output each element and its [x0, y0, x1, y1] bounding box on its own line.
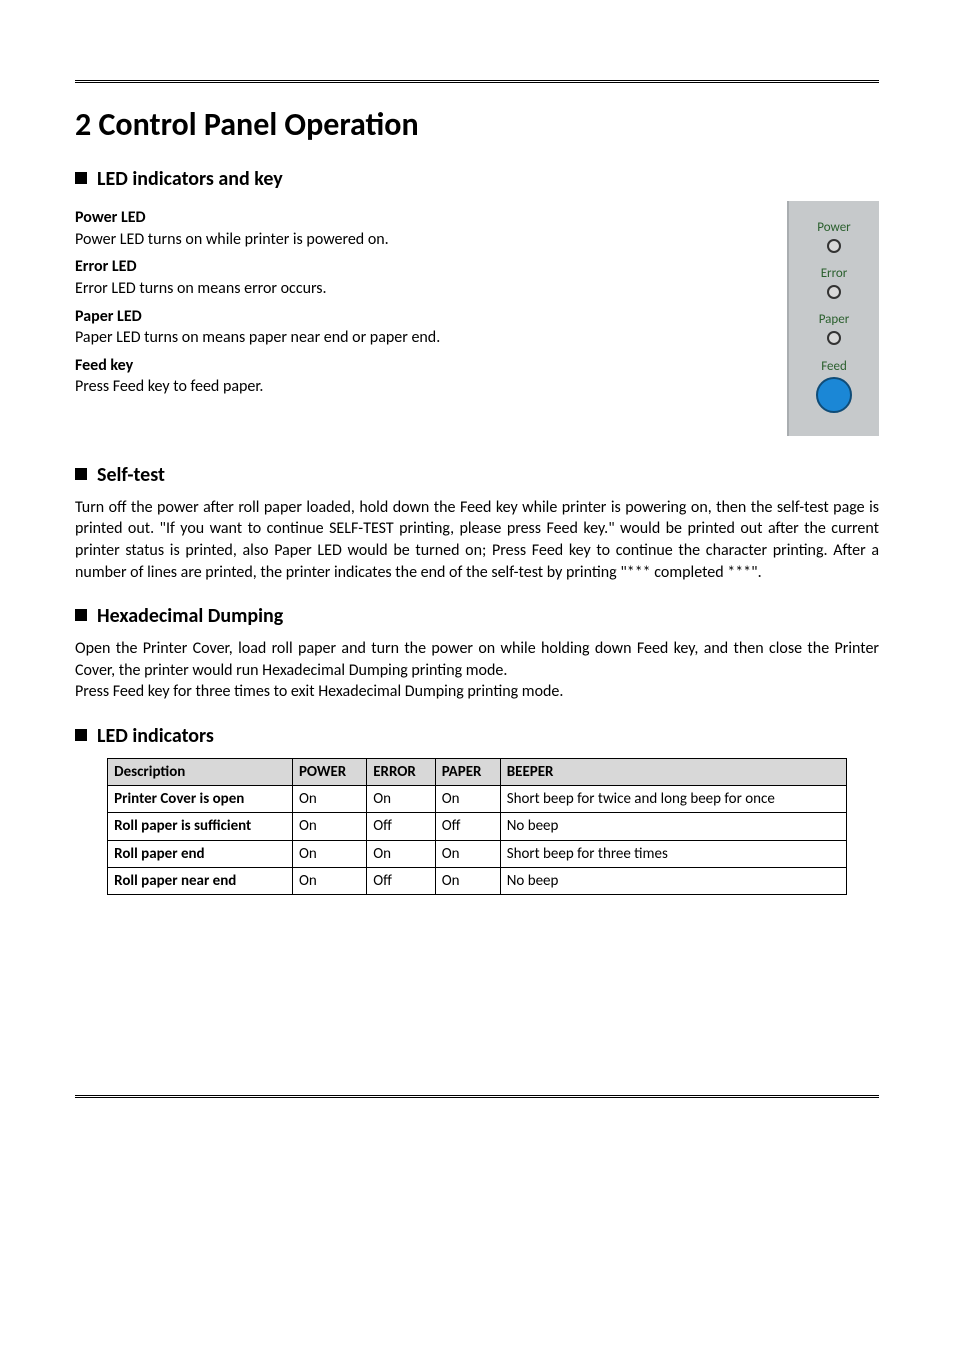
table-cell: On	[292, 786, 366, 813]
table-cell: Roll paper is sufficient	[108, 813, 293, 840]
th-power: POWER	[292, 758, 366, 785]
table-cell: On	[435, 867, 500, 894]
table-cell: On	[292, 867, 366, 894]
table-cell: Off	[367, 813, 436, 840]
section-title-led-table: LED indicators	[97, 723, 214, 750]
table-cell: Off	[435, 813, 500, 840]
feed-key-desc: Press Feed key to feed paper.	[75, 376, 767, 398]
th-error: ERROR	[367, 758, 436, 785]
panel-label-power: Power	[795, 219, 873, 237]
table-cell: On	[435, 786, 500, 813]
th-paper: PAPER	[435, 758, 500, 785]
hex-paragraph-1: Open the Printer Cover, load roll paper …	[75, 638, 879, 681]
table-cell: Short beep for twice and long beep for o…	[500, 786, 846, 813]
paper-led-heading: Paper LED	[75, 306, 767, 328]
table-cell: No beep	[500, 813, 846, 840]
table-header-row: Description POWER ERROR PAPER BEEPER	[108, 758, 847, 785]
table-cell: On	[292, 813, 366, 840]
table-cell: No beep	[500, 867, 846, 894]
table-cell: On	[367, 840, 436, 867]
section-hex-heading: Hexadecimal Dumping	[75, 603, 879, 630]
th-description: Description	[108, 758, 293, 785]
error-led-heading: Error LED	[75, 256, 767, 278]
table-cell: Roll paper near end	[108, 867, 293, 894]
table-cell: Printer Cover is open	[108, 786, 293, 813]
square-bullet-icon	[75, 609, 87, 621]
table-row: Roll paper is sufficientOnOffOffNo beep	[108, 813, 847, 840]
page-bottom-rule	[75, 1095, 879, 1098]
section-title-selftest: Self-test	[97, 462, 165, 489]
th-beeper: BEEPER	[500, 758, 846, 785]
panel-label-paper: Paper	[795, 311, 873, 329]
paper-led-desc: Paper LED turns on means paper near end …	[75, 327, 767, 349]
power-led-desc: Power LED turns on while printer is powe…	[75, 229, 767, 251]
table-cell: Roll paper end	[108, 840, 293, 867]
table-cell: On	[435, 840, 500, 867]
table-cell: Off	[367, 867, 436, 894]
panel-label-error: Error	[795, 265, 873, 283]
page-title: 2 Control Panel Operation	[75, 103, 879, 146]
square-bullet-icon	[75, 468, 87, 480]
table-row: Printer Cover is openOnOnOnShort beep fo…	[108, 786, 847, 813]
selftest-paragraph: Turn off the power after roll paper load…	[75, 497, 879, 583]
hex-paragraph-2: Press Feed key for three times to exit H…	[75, 681, 879, 703]
square-bullet-icon	[75, 172, 87, 184]
table-row: Roll paper endOnOnOnShort beep for three…	[108, 840, 847, 867]
error-led-icon	[827, 285, 841, 299]
table-row: Roll paper near endOnOffOnNo beep	[108, 867, 847, 894]
section-led-key-heading: LED indicators and key	[75, 166, 879, 193]
led-indicators-table: Description POWER ERROR PAPER BEEPER Pri…	[107, 758, 847, 895]
feed-key-heading: Feed key	[75, 355, 767, 377]
section-selftest-heading: Self-test	[75, 462, 879, 489]
page-top-rule	[75, 80, 879, 83]
power-led-heading: Power LED	[75, 207, 767, 229]
error-led-desc: Error LED turns on means error occurs.	[75, 278, 767, 300]
section-led-table-heading: LED indicators	[75, 723, 879, 750]
power-led-icon	[827, 239, 841, 253]
section-title-led-key: LED indicators and key	[97, 166, 283, 193]
section-title-hex: Hexadecimal Dumping	[97, 603, 283, 630]
led-key-block: Power LED Power LED turns on while print…	[75, 201, 879, 436]
table-cell: On	[292, 840, 366, 867]
feed-button-icon	[816, 377, 852, 413]
paper-led-icon	[827, 331, 841, 345]
led-key-text: Power LED Power LED turns on while print…	[75, 201, 767, 400]
control-panel-illustration: Power Error Paper Feed	[787, 201, 879, 436]
table-cell: Short beep for three times	[500, 840, 846, 867]
table-cell: On	[367, 786, 436, 813]
panel-label-feed: Feed	[795, 358, 873, 376]
square-bullet-icon	[75, 729, 87, 741]
